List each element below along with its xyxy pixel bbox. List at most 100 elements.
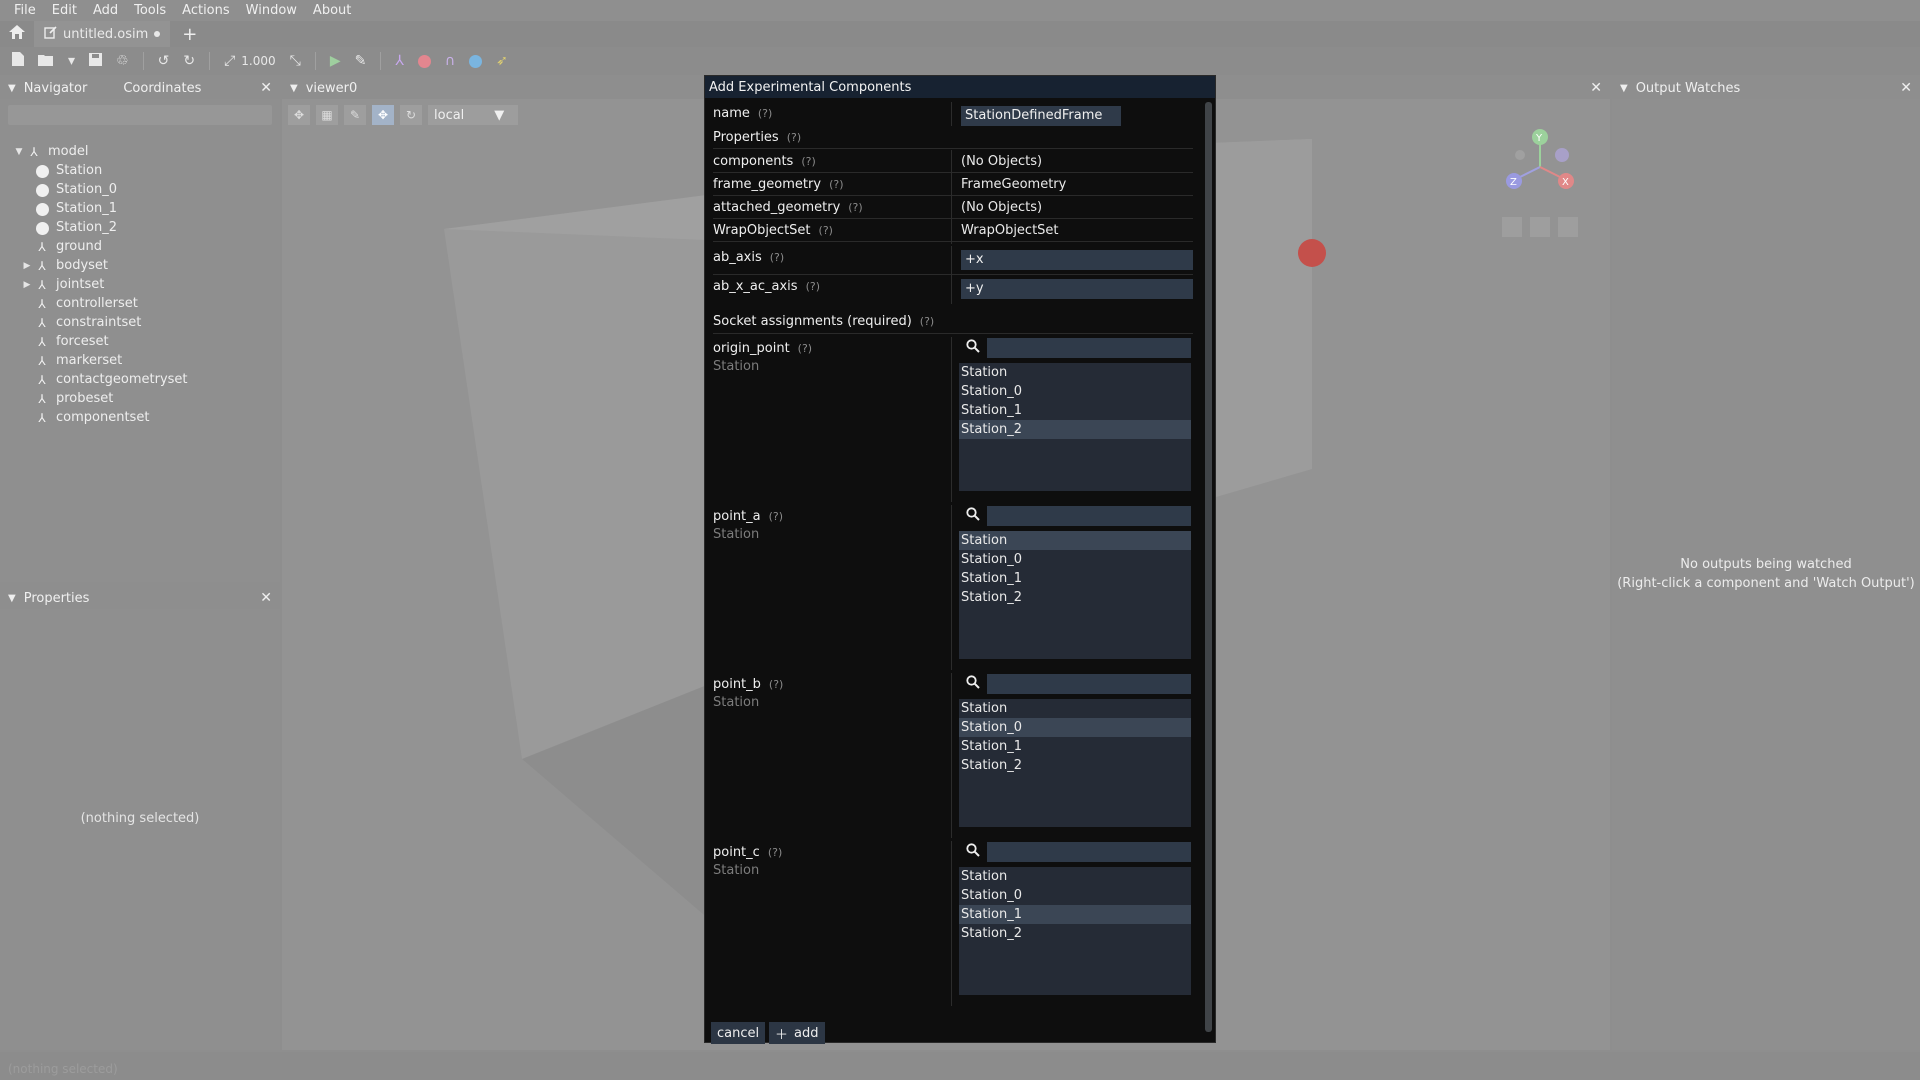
socket-option[interactable]: Station_1 [959, 737, 1191, 756]
tree-item[interactable]: ⅄ controllerset [0, 294, 280, 313]
socket-search-input[interactable] [987, 506, 1191, 526]
menu-item-file[interactable]: File [6, 0, 44, 21]
axis-gizmo[interactable]: Y Z X [1490, 117, 1590, 237]
add-body-icon[interactable] [417, 53, 431, 69]
new-file-icon[interactable] [12, 52, 24, 70]
help-icon[interactable]: (?) [787, 131, 801, 144]
frame-mode-select[interactable]: local ▼ [428, 105, 518, 125]
file-tab[interactable]: untitled.osim [34, 21, 171, 47]
ab-x-ac-axis-input[interactable]: +y [961, 279, 1193, 299]
socket-option[interactable]: Station_2 [959, 420, 1191, 439]
add-joint-icon[interactable]: ∩ [445, 53, 455, 69]
socket-option[interactable]: Station [959, 867, 1191, 886]
tree-item[interactable]: ▶ ⅄ bodyset [0, 256, 280, 275]
ab-axis-input[interactable]: +x [961, 250, 1193, 270]
help-icon[interactable]: (?) [770, 251, 784, 264]
tree-item[interactable]: ▶ ⅄ jointset [0, 275, 280, 294]
close-icon[interactable]: ✕ [260, 590, 272, 606]
socket-option[interactable]: Station [959, 531, 1191, 550]
reload-icon[interactable]: ♲ [116, 53, 129, 69]
add-button[interactable]: ＋ add [769, 1022, 825, 1044]
property-value[interactable]: (No Objects) [953, 200, 1042, 215]
socket-option[interactable]: Station [959, 363, 1191, 382]
cancel-button[interactable]: cancel [711, 1022, 766, 1044]
add-frame-icon[interactable]: ⅄ [395, 53, 404, 69]
play-icon[interactable]: ▶ [330, 53, 341, 69]
help-icon[interactable]: (?) [758, 107, 772, 120]
socket-option[interactable]: Station_0 [959, 886, 1191, 905]
new-tab-plus-icon[interactable]: + [170, 24, 209, 45]
help-icon[interactable]: (?) [768, 846, 782, 859]
collapse-triangle-icon[interactable]: ▼ [1620, 83, 1628, 94]
tree-item[interactable]: Station_1 [0, 199, 280, 218]
navigator-search-input[interactable] [8, 105, 272, 125]
coordinates-tab[interactable]: Coordinates [123, 81, 201, 96]
tree-item[interactable]: Station_2 [0, 218, 280, 237]
help-icon[interactable]: (?) [829, 178, 843, 191]
property-value[interactable]: WrapObjectSet [953, 223, 1059, 238]
add-muscle-icon[interactable]: ➶ [496, 53, 508, 69]
scale-icon[interactable]: ⤢ [224, 53, 235, 69]
menu-item-about[interactable]: About [305, 0, 359, 21]
help-icon[interactable]: (?) [798, 342, 812, 355]
socket-option[interactable]: Station_2 [959, 924, 1191, 943]
tree-item[interactable]: Station [0, 161, 280, 180]
property-value[interactable]: FrameGeometry [953, 177, 1066, 192]
tree-item[interactable]: Station_0 [0, 180, 280, 199]
tree-item[interactable]: ⅄ markerset [0, 351, 280, 370]
socket-option[interactable]: Station [959, 699, 1191, 718]
socket-option[interactable]: Station_0 [959, 550, 1191, 569]
menu-item-window[interactable]: Window [238, 0, 305, 21]
dialog-scrollbar[interactable] [1205, 102, 1212, 1032]
expand-closed-icon[interactable]: ▶ [20, 261, 34, 271]
collapse-triangle-icon[interactable]: ▼ [8, 593, 16, 604]
redo-icon[interactable]: ↻ [183, 53, 195, 69]
name-input[interactable]: StationDefinedFrame [961, 106, 1121, 126]
socket-search-input[interactable] [987, 842, 1191, 862]
recent-dropdown-icon[interactable]: ▾ [68, 53, 75, 69]
zoom-value[interactable]: 1.000 [241, 54, 275, 68]
tree-item[interactable]: ⅄ forceset [0, 332, 280, 351]
socket-option[interactable]: Station_2 [959, 588, 1191, 607]
edit-model-icon[interactable]: ✎ [355, 53, 367, 69]
collapse-triangle-icon[interactable]: ▼ [8, 83, 16, 94]
menu-item-actions[interactable]: Actions [174, 0, 238, 21]
menu-item-add[interactable]: Add [85, 0, 126, 21]
tree-item[interactable]: ▼ ⅄ model [0, 142, 280, 161]
grid-icon[interactable]: ▦ [316, 105, 338, 125]
tree-item[interactable]: ⅄ probeset [0, 389, 280, 408]
socket-option[interactable]: Station_0 [959, 718, 1191, 737]
station-marker-icon[interactable] [1298, 239, 1326, 267]
ruler-icon[interactable]: ✎ [344, 105, 366, 125]
property-value[interactable]: (No Objects) [953, 154, 1042, 169]
help-icon[interactable]: (?) [848, 201, 862, 214]
add-geometry-icon[interactable] [469, 53, 483, 69]
undo-icon[interactable]: ↺ [158, 53, 170, 69]
close-icon[interactable]: ✕ [1590, 80, 1602, 96]
socket-option[interactable]: Station_1 [959, 401, 1191, 420]
help-icon[interactable]: (?) [801, 155, 815, 168]
collapse-triangle-icon[interactable]: ▼ [290, 83, 298, 94]
help-icon[interactable]: (?) [769, 510, 783, 523]
menu-item-tools[interactable]: Tools [126, 0, 174, 21]
open-folder-icon[interactable] [38, 53, 54, 70]
socket-search-input[interactable] [987, 674, 1191, 694]
tree-item[interactable]: ⅄ contactgeometryset [0, 370, 280, 389]
tree-item[interactable]: ⅄ componentset [0, 408, 280, 427]
tree-item[interactable]: ⅄ constraintset [0, 313, 280, 332]
close-icon[interactable]: ✕ [260, 80, 272, 96]
socket-option[interactable]: Station_2 [959, 756, 1191, 775]
save-icon[interactable] [89, 52, 103, 70]
socket-option[interactable]: Station_1 [959, 569, 1191, 588]
translate-icon[interactable]: ✥ [372, 105, 394, 125]
pan-icon[interactable]: ✥ [288, 105, 310, 125]
expand-open-icon[interactable]: ▼ [12, 147, 26, 157]
expand-closed-icon[interactable]: ▶ [20, 280, 34, 290]
rotate-icon[interactable]: ↻ [400, 105, 422, 125]
menu-item-edit[interactable]: Edit [44, 0, 85, 21]
socket-search-input[interactable] [987, 338, 1191, 358]
home-icon[interactable] [0, 25, 34, 43]
fullscreen-icon[interactable]: ⤡ [290, 53, 301, 69]
close-icon[interactable]: ✕ [1900, 80, 1912, 96]
help-icon[interactable]: (?) [806, 280, 820, 293]
